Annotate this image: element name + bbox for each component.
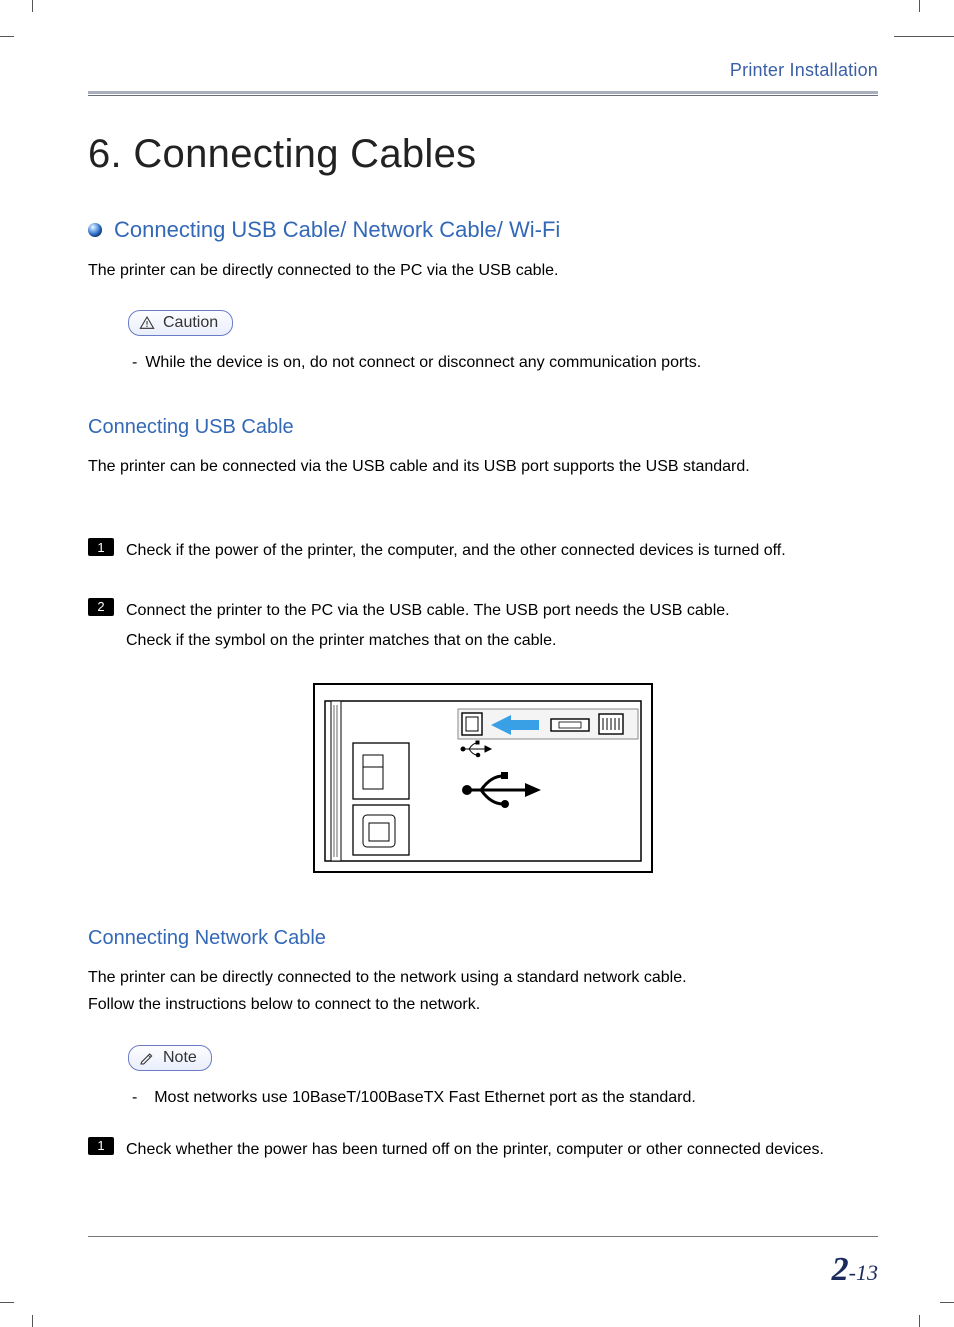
step-number-badge: 1 [88, 538, 114, 556]
chapter-title: 6. Connecting Cables [88, 132, 878, 177]
step-number-badge: 1 [88, 1137, 114, 1155]
usb-subtitle: Connecting USB Cable [88, 416, 878, 439]
note-label: Note [163, 1049, 197, 1067]
usb-step: 1 Check if the power of the printer, the… [88, 536, 878, 566]
running-header: Printer Installation [88, 60, 878, 81]
note-pill: Note [128, 1045, 212, 1071]
note-item: - Most networks use 10BaseT/100BaseTX Fa… [132, 1089, 878, 1107]
section-bullet-icon [88, 223, 102, 237]
caution-pill: Caution [128, 310, 233, 336]
caution-item: -While the device is on, do not connect … [132, 354, 878, 372]
caution-callout: Caution -While the device is on, do not … [128, 310, 878, 372]
caution-label: Caution [163, 314, 218, 332]
usb-intro: The printer can be connected via the USB… [88, 453, 878, 480]
warning-icon [139, 315, 155, 331]
pencil-icon [139, 1050, 155, 1066]
step-number-badge: 2 [88, 598, 114, 616]
page-number: 2-13 [88, 1251, 878, 1289]
section-title: Connecting USB Cable/ Network Cable/ Wi-… [114, 217, 560, 243]
network-intro: The printer can be directly connected to… [88, 964, 878, 1018]
usb-step-text: Connect the printer to the PC via the US… [126, 596, 730, 655]
header-rule [88, 91, 878, 96]
usb-step: 2 Connect the printer to the PC via the … [88, 596, 878, 655]
network-step: 1 Check whether the power has been turne… [88, 1135, 878, 1165]
network-subtitle: Connecting Network Cable [88, 927, 878, 950]
usb-connection-diagram [313, 683, 653, 873]
usb-step-text: Check if the power of the printer, the c… [126, 536, 786, 566]
note-callout: Note - Most networks use 10BaseT/100Base… [128, 1045, 878, 1107]
footer-rule [88, 1236, 878, 1237]
network-step-text: Check whether the power has been turned … [126, 1135, 824, 1165]
section-intro: The printer can be directly connected to… [88, 257, 878, 284]
